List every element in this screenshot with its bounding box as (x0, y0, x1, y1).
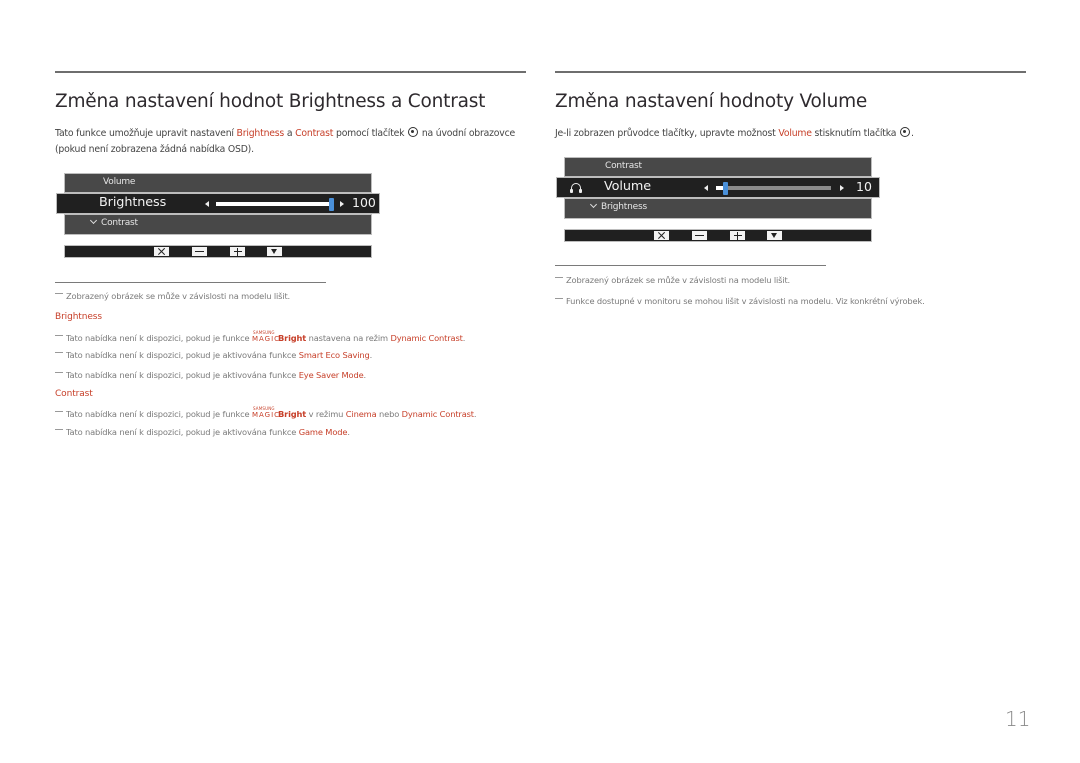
notes-rule (555, 265, 826, 266)
down-arrow-icon[interactable] (267, 247, 282, 256)
slider-fill (216, 202, 334, 206)
note-contrast-gamemode: Tato nabídka není k dispozici, pokud je … (55, 427, 350, 437)
close-icon[interactable] (154, 247, 169, 256)
osd-row-volume[interactable]: Volume (64, 173, 372, 193)
page-number: 11 (1005, 707, 1031, 731)
close-icon[interactable] (654, 231, 669, 240)
magic-logo: SAMSUNG MAGIC (251, 330, 281, 343)
plus-icon[interactable] (230, 247, 245, 256)
volume-value: 10 (856, 179, 872, 194)
intro-text: a (284, 128, 296, 139)
intro-text: Tato funkce umožňuje upravit nastavení (55, 128, 237, 139)
plus-icon[interactable] (730, 231, 745, 240)
volume-slider[interactable] (716, 181, 831, 195)
slider-thumb[interactable] (722, 181, 728, 195)
osd-row-brightness[interactable]: Brightness (564, 198, 872, 219)
osd-row-label: Contrast (101, 218, 138, 228)
chevron-down-icon (89, 216, 98, 225)
subheading-contrast: Contrast (55, 389, 93, 399)
note-image-disclaimer: Zobrazený obrázek se může v závislosti n… (55, 291, 290, 301)
osd-row-contrast[interactable]: Contrast (564, 157, 872, 177)
down-arrow-icon[interactable] (767, 231, 782, 240)
intro-text: (pokud není zobrazena žádná nabídka OSD)… (55, 144, 254, 155)
magic-logo: SAMSUNG MAGIC (251, 406, 281, 419)
arrow-right-icon[interactable] (340, 201, 344, 207)
intro-paragraph: Tato funkce umožňuje upravit nastavení B… (55, 126, 530, 158)
arrow-right-icon[interactable] (840, 185, 844, 191)
section-title-brightness-contrast: Změna nastavení hodnot Brightness a Cont… (55, 91, 486, 112)
note-brightness-eyesaver: Tato nabídka není k dispozici, pokud je … (55, 370, 366, 380)
intro-text: pomocí tlačítek (333, 128, 408, 139)
headphone-icon (570, 183, 582, 193)
note-features-vary: Funkce dostupné v monitoru se mohou liši… (555, 296, 925, 306)
section-rule (555, 71, 1026, 73)
note-contrast-magicbright: Tato nabídka není k dispozici, pokud je … (55, 406, 477, 419)
arrow-left-icon[interactable] (205, 201, 209, 207)
minus-icon[interactable] (192, 247, 207, 256)
notes-rule (55, 282, 326, 283)
note-brightness-magicbright: Tato nabídka není k dispozici, pokud je … (55, 330, 465, 343)
highlight-contrast: Contrast (295, 128, 334, 139)
brightness-value: 100 (352, 195, 376, 210)
highlight-brightness: Brightness (236, 128, 285, 139)
osd-active-label: Brightness (99, 195, 167, 210)
button-guide-bar (564, 229, 872, 242)
osd-row-brightness-active[interactable]: Brightness 100 (56, 193, 380, 214)
osd-row-contrast[interactable]: Contrast (64, 214, 372, 235)
section-title-volume: Změna nastavení hodnoty Volume (555, 91, 868, 112)
osd-row-label: Brightness (601, 202, 647, 212)
brightness-slider[interactable] (216, 197, 334, 211)
osd-row-label: Volume (103, 177, 136, 187)
minus-icon[interactable] (692, 231, 707, 240)
chevron-down-icon (589, 200, 598, 209)
osd-row-volume-active[interactable]: Volume 10 (556, 177, 880, 198)
intro-text: na úvodní obrazovce (419, 128, 516, 139)
button-guide-bar (64, 245, 372, 258)
osd-row-label: Contrast (605, 161, 642, 171)
osd-active-label: Volume (604, 179, 651, 194)
intro-text: . (911, 128, 914, 139)
intro-text: Je-li zobrazen průvodce tlačítky, upravt… (555, 128, 779, 139)
arrow-left-icon[interactable] (704, 185, 708, 191)
note-brightness-eco: Tato nabídka není k dispozici, pokud je … (55, 350, 372, 360)
highlight-volume: Volume (778, 128, 812, 139)
section-rule (55, 71, 526, 73)
note-image-disclaimer: Zobrazený obrázek se může v závislosti n… (555, 275, 790, 285)
subheading-brightness: Brightness (55, 312, 102, 322)
slider-thumb[interactable] (329, 197, 334, 211)
intro-text: stisknutím tlačítka (811, 128, 899, 139)
joystick-button-icon (408, 127, 419, 137)
intro-paragraph: Je-li zobrazen průvodce tlačítky, upravt… (555, 126, 1030, 142)
joystick-button-icon (900, 127, 910, 137)
